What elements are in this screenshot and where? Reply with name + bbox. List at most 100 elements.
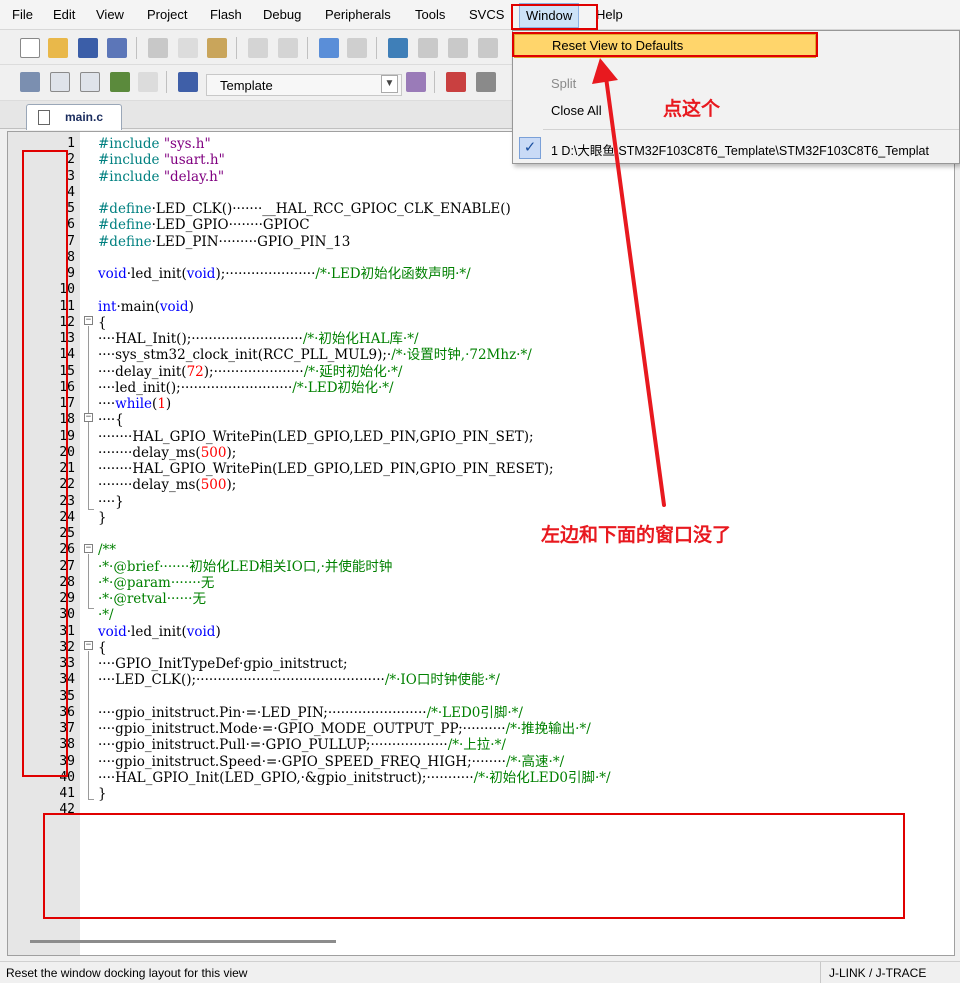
fold-toggle-icon[interactable]: − xyxy=(84,641,93,650)
code-line: ········HAL_GPIO_WritePin(LED_GPIO,LED_P… xyxy=(98,429,534,445)
code-line: ····HAL_GPIO_Init(LED_GPIO,·&gpio_initst… xyxy=(98,770,611,786)
cut-icon[interactable] xyxy=(148,38,168,58)
code-line: #define·LED_CLK()·······__HAL_RCC_GPIOC_… xyxy=(98,201,511,217)
code-token: ····GPIO_InitTypeDef·gpio_initstruct; xyxy=(98,656,348,672)
build-icon[interactable] xyxy=(50,72,70,92)
fold-end-mark xyxy=(88,509,94,510)
code-line: void·led_init(void);····················… xyxy=(98,266,471,282)
menu-project[interactable]: Project xyxy=(147,7,187,22)
code-line: ·*/ xyxy=(98,607,114,623)
translate-icon[interactable] xyxy=(20,72,40,92)
code-token: ) xyxy=(165,396,172,412)
line-number: 41 xyxy=(59,786,75,801)
rebuild-icon[interactable] xyxy=(80,72,100,92)
redo-icon[interactable] xyxy=(278,38,298,58)
fold-toggle-icon[interactable]: − xyxy=(84,544,93,553)
code-token: /*·IO口时钟使能·*/ xyxy=(384,672,500,689)
menu-flash[interactable]: Flash xyxy=(210,7,242,22)
code-token: #define xyxy=(98,233,152,250)
menu-svcs[interactable]: SVCS xyxy=(469,7,504,22)
nav-back-icon[interactable] xyxy=(319,38,339,58)
code-line: #include "delay.h" xyxy=(98,169,224,185)
open-file-icon[interactable] xyxy=(48,38,68,58)
target-select[interactable]: Template xyxy=(206,74,402,96)
tab-main-c[interactable]: main.c xyxy=(26,104,122,130)
tab-label: main.c xyxy=(65,110,104,124)
code-token: int xyxy=(98,298,117,315)
prev-bookmark-icon[interactable] xyxy=(418,38,438,58)
code-line: { xyxy=(98,640,107,656)
debugger-name: J-LINK / J-TRACE xyxy=(829,966,927,980)
menu-debug[interactable]: Debug xyxy=(263,7,301,22)
highlight-missing-bottom-panel xyxy=(43,813,905,919)
code-token: 72 xyxy=(186,363,204,380)
code-token: ····led_init();·························… xyxy=(98,379,293,396)
paste-icon[interactable] xyxy=(207,38,227,58)
target-options-icon[interactable] xyxy=(406,72,426,92)
code-line: ········delay_ms(500); xyxy=(98,477,236,493)
toolbar-separator xyxy=(434,71,435,93)
code-line: ····while(1) xyxy=(98,396,171,412)
toolbar-separator xyxy=(136,37,137,59)
code-line: ····GPIO_InitTypeDef·gpio_initstruct; xyxy=(98,656,348,672)
code-token: #include xyxy=(98,136,164,152)
horizontal-scroll-thumb[interactable] xyxy=(30,940,336,943)
manage-project-icon[interactable] xyxy=(446,72,466,92)
code-token: /*·LED初始化函数声明·*/ xyxy=(315,266,471,282)
save-icon[interactable] xyxy=(78,38,98,58)
code-line: } xyxy=(98,786,107,802)
code-token: 500 xyxy=(200,444,227,461)
code-line: ····gpio_initstruct.Mode·=·GPIO_MODE_OUT… xyxy=(98,721,591,737)
chevron-down-icon[interactable]: ▼ xyxy=(381,75,398,93)
code-line: ········delay_ms(500); xyxy=(98,445,236,461)
fold-toggle-icon[interactable]: − xyxy=(84,413,93,422)
code-token: );····················· xyxy=(203,363,304,380)
undo-icon[interactable] xyxy=(248,38,268,58)
menu-help[interactable]: Help xyxy=(596,7,623,22)
code-line: int·main(void) xyxy=(98,299,194,315)
code-token: while xyxy=(115,396,153,412)
menu-file[interactable]: File xyxy=(12,7,33,22)
code-token: /*·推挽输出·*/ xyxy=(505,721,591,737)
menu-view[interactable]: View xyxy=(96,7,124,22)
code-line: ····LED_CLK();··························… xyxy=(98,672,500,688)
code-token: #include xyxy=(98,168,164,185)
copy-icon[interactable] xyxy=(178,38,198,58)
menu-tools[interactable]: Tools xyxy=(415,7,445,22)
menu-item-recent-window[interactable]: 1 D:\大眼鱼\STM32F103C8T6_Template\STM32F10… xyxy=(551,140,959,159)
code-token: ····sys_stm32_clock_init(RCC_PLL_MUL9);· xyxy=(98,347,392,364)
menu-peripherals[interactable]: Peripherals xyxy=(325,7,391,22)
stop-build-icon[interactable] xyxy=(138,72,158,92)
code-token: ········HAL_GPIO_WritePin(LED_GPIO,LED_P… xyxy=(98,461,554,477)
code-line: /** xyxy=(98,542,116,558)
code-token: ·led_init( xyxy=(126,623,187,640)
code-token: ·*·@brief·······初始化LED相关IO口,·并使能时钟 xyxy=(98,558,393,575)
code-token: ·*·@param·······无 xyxy=(98,574,215,591)
menu-item-close-all[interactable]: Close All xyxy=(551,103,602,118)
code-token: /*·高速·*/ xyxy=(505,753,565,770)
code-line: ····} xyxy=(98,494,124,510)
download-icon[interactable] xyxy=(178,72,198,92)
menu-edit[interactable]: Edit xyxy=(53,7,75,22)
nav-forward-icon[interactable] xyxy=(347,38,367,58)
code-token: void xyxy=(159,298,189,315)
fold-toggle-icon[interactable]: − xyxy=(84,316,93,325)
code-line: ········HAL_GPIO_WritePin(LED_GPIO,LED_P… xyxy=(98,461,554,477)
save-all-icon[interactable] xyxy=(107,38,127,58)
code-line: #define·LED_GPIO········GPIOC xyxy=(98,217,310,233)
target-name: Template xyxy=(220,78,273,93)
menu-item-split[interactable]: Split xyxy=(551,76,576,91)
highlight-window-menu xyxy=(511,4,598,30)
code-token: ····gpio_initstruct.Pull·=·GPIO_PULLUP;·… xyxy=(98,737,448,754)
select-packs-icon[interactable] xyxy=(476,72,496,92)
next-bookmark-icon[interactable] xyxy=(448,38,468,58)
new-file-icon[interactable] xyxy=(20,38,40,58)
clear-bookmarks-icon[interactable] xyxy=(478,38,498,58)
code-token: ·LED_CLK()·······__HAL_RCC_GPIOC_CLK_ENA… xyxy=(151,201,511,217)
code-token: ·*/ xyxy=(98,607,114,624)
batch-build-icon[interactable] xyxy=(110,72,130,92)
menu-bar: File Edit View Project Flash Debug Perip… xyxy=(0,0,960,30)
bookmark-icon[interactable] xyxy=(388,38,408,58)
code-token: ) xyxy=(215,623,221,640)
code-token: /*·设置时钟,·72Mhz·*/ xyxy=(391,347,532,364)
